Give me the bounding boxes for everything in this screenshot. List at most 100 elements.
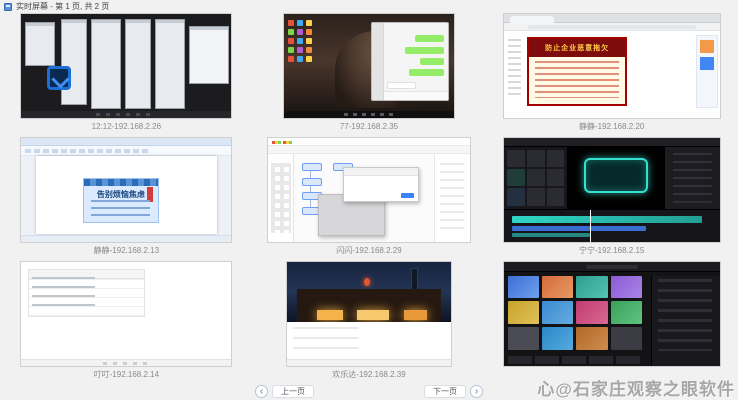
notice-card: 防止企业恶意拖欠	[527, 37, 626, 106]
notice-title: 防止企业恶意拖欠	[529, 39, 624, 57]
mini-taskbar	[287, 359, 451, 366]
next-page-group: 下一页 ›	[424, 385, 483, 398]
editor-menubar	[268, 138, 470, 146]
screen-caption: 闪闪-192.168.2.29	[336, 245, 401, 256]
screen-cell-6: 宁宁-192.168.2.15	[490, 137, 733, 261]
note-card: 告别烦恼焦虑	[83, 178, 159, 223]
screen-grid: 12:12-192.168.2.26 77-	[5, 13, 733, 385]
screen-thumbnail-4[interactable]: 告别烦恼焦虑	[20, 137, 232, 243]
screen-caption: 宁宁-192.168.2.15	[579, 245, 644, 256]
desktop-icons-decor	[288, 20, 312, 62]
screen-caption: 12:12-192.168.2.26	[92, 121, 161, 132]
screen-cell-2: 77-192.168.2.35	[248, 13, 491, 137]
document-page: 告别烦恼焦虑	[36, 156, 217, 234]
screen-thumbnail-9[interactable]	[503, 261, 721, 367]
chat-bubble	[420, 58, 444, 65]
editor-toolbar	[268, 146, 470, 154]
timeline-clip	[512, 226, 646, 231]
mini-window	[25, 22, 55, 66]
chat-bubble	[387, 82, 416, 89]
timeline-clip	[512, 233, 590, 238]
connector-line	[310, 171, 311, 208]
doc-titlebar	[21, 138, 231, 146]
mini-window	[155, 19, 185, 109]
lit-window	[357, 310, 389, 320]
screen-caption: 叮叮-192.168.2.14	[94, 369, 159, 380]
monitor-window: 实时屏幕 - 第 1 页, 共 2 页 12:12-192.168.2.26	[0, 0, 738, 400]
properties-panel	[434, 154, 470, 242]
prev-page-button[interactable]: 上一页	[272, 385, 314, 398]
next-page-button[interactable]: 下一页	[424, 385, 466, 398]
app-icon	[4, 3, 12, 11]
white-panel	[287, 322, 451, 359]
chat-bubble	[415, 35, 444, 42]
screen-thumbnail-8[interactable]	[286, 261, 452, 367]
mini-taskbar	[21, 359, 231, 366]
storefront	[297, 289, 441, 322]
shape-panel	[268, 154, 294, 242]
app-navbar	[504, 262, 720, 272]
media-bin	[504, 147, 569, 209]
blue-logo-icon	[47, 66, 71, 90]
chat-window	[371, 22, 449, 101]
notice-body-lines	[535, 61, 619, 99]
doc-ribbon	[21, 146, 231, 156]
text-lines-decor	[508, 39, 521, 99]
text-lines-decor	[32, 277, 95, 312]
screen-thumbnail-2[interactable]	[283, 13, 455, 119]
playhead	[590, 210, 591, 242]
chat-sidebar	[372, 23, 384, 100]
screen-caption: 静静-192.168.2.20	[579, 121, 644, 132]
preview-glow-frame	[584, 158, 649, 193]
screen-cell-5: 闪闪-192.168.2.29	[248, 137, 491, 261]
browser-tabbar	[504, 14, 720, 23]
popup-dialog	[343, 167, 420, 202]
mini-window	[189, 26, 229, 84]
chat-input-area	[384, 91, 448, 100]
mini-window	[61, 19, 87, 105]
next-arrow-icon[interactable]: ›	[470, 385, 483, 398]
screen-thumbnail-5[interactable]	[267, 137, 471, 243]
properties-panel	[664, 147, 720, 209]
screen-thumbnail-3[interactable]: 防止企业恶意拖欠	[503, 13, 721, 119]
mini-window	[125, 19, 151, 109]
screen-cell-3: 防止企业恶意拖欠 静静-192.168.2.20	[490, 13, 733, 137]
mini-taskbar	[21, 111, 231, 118]
bottom-row-decor	[508, 356, 642, 364]
video-tile-grid	[508, 276, 642, 351]
timeline	[504, 209, 720, 242]
prev-arrow-icon[interactable]: ‹	[255, 385, 268, 398]
mini-taskbar	[284, 111, 454, 118]
flowchart-box	[302, 163, 322, 171]
screen-cell-1: 12:12-192.168.2.26	[5, 13, 248, 137]
screen-caption: 欢乐达-192.168.2.39	[332, 369, 405, 380]
screen-thumbnail-6[interactable]	[503, 137, 721, 243]
lit-window	[404, 310, 427, 320]
note-body-lines	[91, 200, 150, 219]
titlebar: 实时屏幕 - 第 1 页, 共 2 页	[0, 0, 738, 13]
browser-toolbar	[504, 23, 720, 31]
window-title: 实时屏幕 - 第 1 页, 共 2 页	[16, 1, 109, 12]
red-lantern	[364, 278, 370, 286]
screen-cell-8: 欢乐达-192.168.2.39	[248, 261, 491, 385]
video-preview	[568, 147, 663, 209]
mini-window	[91, 19, 121, 109]
screen-cell-9	[490, 261, 733, 385]
screen-caption: 77-192.168.2.35	[340, 121, 398, 132]
chat-bubble	[405, 47, 445, 54]
chat-bubble	[409, 69, 444, 76]
timeline-clip	[512, 216, 702, 222]
night-street-photo	[287, 262, 451, 322]
side-panel	[696, 35, 718, 108]
screen-cell-4: 告别烦恼焦虑 静静-192.168.2.13	[5, 137, 248, 261]
doc-statusbar	[21, 235, 231, 242]
screen-thumbnail-1[interactable]	[20, 13, 232, 119]
editor-topbar	[504, 138, 720, 147]
screen-cell-7: 叮叮-192.168.2.14	[5, 261, 248, 385]
screen-caption: 静静-192.168.2.13	[94, 245, 159, 256]
side-panel	[651, 276, 720, 366]
screen-thumbnail-7[interactable]	[20, 261, 232, 367]
pagination-bar: ‹ 上一页 下一页 ›	[0, 384, 738, 399]
note-card-decor	[84, 179, 158, 186]
lit-window	[317, 310, 343, 320]
